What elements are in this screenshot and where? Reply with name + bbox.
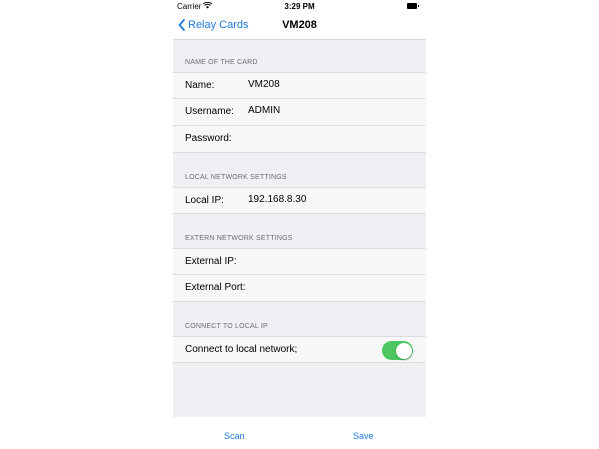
battery-icon xyxy=(407,3,419,9)
password-field[interactable] xyxy=(248,132,398,143)
external-ip-field[interactable] xyxy=(248,255,398,266)
external-ip-label: External IP: xyxy=(185,256,237,267)
scan-button[interactable]: Scan xyxy=(224,431,245,441)
settings-form: NAME OF THE CARD Name: Username: Passwor… xyxy=(173,40,426,417)
external-port-field[interactable] xyxy=(248,281,398,292)
bottom-toolbar: Scan Save xyxy=(173,417,426,449)
name-label: Name: xyxy=(185,80,215,91)
save-button[interactable]: Save xyxy=(353,431,374,441)
section-header-local: LOCAL NETWORK SETTINGS xyxy=(185,174,287,181)
status-time: 3:29 PM xyxy=(284,2,315,11)
external-port-row: External Port: xyxy=(173,275,426,302)
local-ip-field[interactable] xyxy=(248,194,398,205)
page-title: VM208 xyxy=(173,19,426,31)
password-label: Password: xyxy=(185,133,232,144)
password-row: Password: xyxy=(173,126,426,153)
external-ip-row: External IP: xyxy=(173,248,426,275)
section-header-extern: EXTERN NETWORK SETTINGS xyxy=(185,235,293,242)
section-header-connect: CONNECT TO LOCAL IP xyxy=(185,323,268,330)
connect-local-label: Connect to local network; xyxy=(185,344,298,355)
status-bar: Carrier 3:29 PM xyxy=(173,0,426,14)
name-row: Name: xyxy=(173,72,426,99)
local-ip-row: Local IP: xyxy=(173,187,426,214)
page-title-text: VM208 xyxy=(282,19,317,31)
username-field[interactable] xyxy=(248,105,398,116)
name-field[interactable] xyxy=(248,79,398,90)
local-ip-label: Local IP: xyxy=(185,195,224,206)
phone-screen: Carrier 3:29 PM Relay Cards VM208 NAME O… xyxy=(173,0,426,449)
username-row: Username: xyxy=(173,99,426,126)
connect-local-row: Connect to local network; xyxy=(173,336,426,363)
navigation-bar: Relay Cards VM208 xyxy=(173,14,426,40)
section-header-card: NAME OF THE CARD xyxy=(185,59,258,66)
username-label: Username: xyxy=(185,106,234,117)
external-port-label: External Port: xyxy=(185,282,246,293)
toggle-knob xyxy=(395,342,412,359)
connect-local-toggle[interactable] xyxy=(382,341,413,360)
